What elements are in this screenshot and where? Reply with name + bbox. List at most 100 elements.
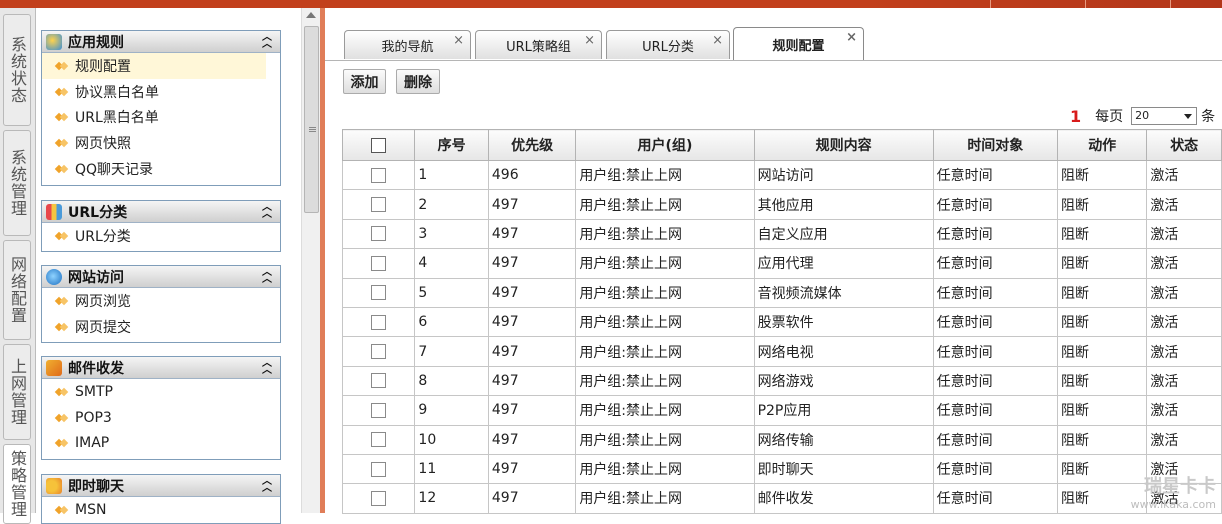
row-checkbox[interactable] [341, 395, 416, 426]
menu-group-header[interactable]: 即时聊天 ︿ ︿ [42, 475, 280, 497]
column-header-index[interactable]: 序号 [414, 129, 489, 161]
cell-status: 激活 [1146, 248, 1222, 279]
cell-priority: 496 [487, 159, 577, 191]
row-checkbox[interactable] [341, 159, 416, 191]
menu-item-msn[interactable]: MSN [42, 497, 280, 523]
column-header-priority[interactable]: 优先级 [487, 129, 577, 161]
table-row[interactable]: 2 497 用户组:禁止上网 其他应用 任意时间 阻断 激活 [341, 189, 1222, 220]
column-header-rule-content[interactable]: 规则内容 [753, 129, 934, 161]
cell-user-group: 用户组:禁止上网 [575, 365, 755, 397]
row-checkbox[interactable] [341, 306, 416, 338]
cell-priority: 497 [487, 365, 577, 397]
collapse-icon[interactable]: ︿ ︿ [262, 477, 272, 494]
menu-group-header[interactable]: 邮件收发 ︿ ︿ [42, 357, 280, 379]
collapse-icon[interactable]: ︿ ︿ [262, 203, 272, 220]
vtab-network-config[interactable]: 网络配置 [3, 240, 31, 340]
menu-item-imap[interactable]: IMAP [42, 430, 280, 456]
cell-index: 3 [414, 218, 489, 250]
tab-url-policy-group[interactable]: URL策略组 × [475, 30, 602, 59]
menu-group-header[interactable]: 应用规则 ︿ ︿ [42, 31, 280, 53]
table-row[interactable]: 4 497 用户组:禁止上网 应用代理 任意时间 阻断 激活 [341, 248, 1222, 279]
vtab-internet-management[interactable]: 上网管理 [3, 344, 31, 440]
tab-my-navigation[interactable]: 我的导航 × [344, 30, 471, 59]
table-row[interactable]: 6 497 用户组:禁止上网 股票软件 任意时间 阻断 激活 [341, 306, 1222, 338]
tab-url-category[interactable]: URL分类 × [606, 30, 730, 59]
menu-item-rule-config[interactable]: 规则配置 [42, 53, 266, 79]
double-arrow-icon [56, 387, 68, 397]
per-page-select[interactable]: 20 [1131, 107, 1198, 125]
row-checkbox[interactable] [341, 365, 416, 397]
menu-item-web-browse[interactable]: 网页浏览 [42, 288, 280, 314]
cell-index: 8 [414, 365, 489, 397]
tab-rule-config[interactable]: 规则配置 × [733, 27, 864, 60]
row-checkbox[interactable] [341, 336, 416, 367]
column-header-time-object[interactable]: 时间对象 [932, 129, 1058, 161]
cell-status: 激活 [1146, 424, 1222, 455]
scrollbar-thumb[interactable] [304, 26, 319, 213]
menu-group-header[interactable]: URL分类 ︿ ︿ [42, 201, 280, 223]
close-icon[interactable]: × [453, 33, 464, 48]
table-row[interactable]: 7 497 用户组:禁止上网 网络电视 任意时间 阻断 激活 [341, 336, 1222, 367]
vtab-system-management[interactable]: 系统管理 [3, 130, 31, 236]
menu-scrollbar[interactable] [301, 8, 320, 513]
close-icon[interactable]: × [584, 33, 595, 48]
row-checkbox[interactable] [341, 277, 416, 308]
row-checkbox[interactable] [341, 483, 416, 514]
column-header-status[interactable]: 状态 [1146, 129, 1222, 161]
table-row[interactable]: 8 497 用户组:禁止上网 网络游戏 任意时间 阻断 激活 [341, 365, 1222, 397]
menu-item-web-snapshot[interactable]: 网页快照 [42, 130, 280, 156]
menu-group-header[interactable]: 网站访问 ︿ ︿ [42, 266, 280, 288]
double-arrow-icon [56, 505, 68, 515]
row-checkbox[interactable] [341, 424, 416, 455]
page-number[interactable]: 1 [1070, 107, 1081, 126]
menu-item-url-list[interactable]: URL黑白名单 [42, 104, 280, 130]
table-row[interactable]: 9 497 用户组:禁止上网 P2P应用 任意时间 阻断 激活 [341, 395, 1222, 426]
collapse-icon[interactable]: ︿ ︿ [262, 33, 272, 50]
menu-item-url-category[interactable]: URL分类 [42, 223, 280, 249]
cell-priority: 497 [487, 424, 577, 455]
double-arrow-icon [56, 61, 68, 71]
watermark: 瑞星卡卡 www.ikaka.com [1130, 476, 1216, 511]
cell-priority: 497 [487, 277, 577, 308]
column-header-user-group[interactable]: 用户(组) [575, 129, 755, 161]
column-header-action[interactable]: 动作 [1056, 129, 1148, 161]
menu-item-qq-log[interactable]: QQ聊天记录 [42, 156, 280, 182]
close-icon[interactable]: × [846, 30, 857, 45]
row-checkbox[interactable] [341, 218, 416, 250]
cell-rule-content: 即时聊天 [753, 453, 934, 485]
chat-icon [46, 477, 62, 494]
table-row[interactable]: 10 497 用户组:禁止上网 网络传输 任意时间 阻断 激活 [341, 424, 1222, 455]
collapse-icon[interactable]: ︿ ︿ [262, 359, 272, 376]
table-row[interactable]: 5 497 用户组:禁止上网 音视频流媒体 任意时间 阻断 激活 [341, 277, 1222, 308]
cell-rule-content: 邮件收发 [753, 483, 934, 514]
row-checkbox[interactable] [341, 248, 416, 279]
menu-item-pop3[interactable]: POP3 [42, 405, 280, 431]
cell-action: 阻断 [1056, 336, 1148, 367]
add-button[interactable]: 添加 [343, 69, 386, 94]
cell-priority: 497 [487, 453, 577, 485]
row-checkbox[interactable] [341, 453, 416, 485]
table-row[interactable]: 1 496 用户组:禁止上网 网站访问 任意时间 阻断 激活 [341, 159, 1222, 191]
table-row[interactable]: 3 497 用户组:禁止上网 自定义应用 任意时间 阻断 激活 [341, 218, 1222, 250]
menu-item-smtp[interactable]: SMTP [42, 379, 280, 405]
vtab-policy-management[interactable]: 策略管理 [3, 444, 31, 524]
vtab-system-status[interactable]: 系统状态 [3, 14, 31, 126]
menu-item-web-submit[interactable]: 网页提交 [42, 314, 280, 340]
table-row[interactable]: 12 497 用户组:禁止上网 邮件收发 任意时间 阻断 激活 [341, 483, 1222, 514]
cell-time-object: 任意时间 [932, 248, 1058, 279]
cell-priority: 497 [487, 306, 577, 338]
cell-time-object: 任意时间 [932, 336, 1058, 367]
menu-item-protocol-list[interactable]: 协议黑白名单 [42, 79, 280, 105]
close-icon[interactable]: × [712, 33, 723, 48]
cell-user-group: 用户组:禁止上网 [575, 248, 755, 279]
cell-time-object: 任意时间 [932, 159, 1058, 191]
tab-bar: 我的导航 × URL策略组 × URL分类 × 规则配置 × [325, 8, 1222, 61]
row-checkbox[interactable] [341, 189, 416, 220]
select-all-checkbox[interactable] [341, 129, 416, 161]
collapse-icon[interactable]: ︿ ︿ [262, 268, 272, 285]
per-page-label: 每页 [1095, 109, 1124, 125]
delete-button[interactable]: 删除 [396, 69, 440, 94]
scroll-up-icon[interactable] [306, 12, 316, 18]
table-row[interactable]: 11 497 用户组:禁止上网 即时聊天 任意时间 阻断 激活 [341, 453, 1222, 485]
cell-time-object: 任意时间 [932, 189, 1058, 220]
